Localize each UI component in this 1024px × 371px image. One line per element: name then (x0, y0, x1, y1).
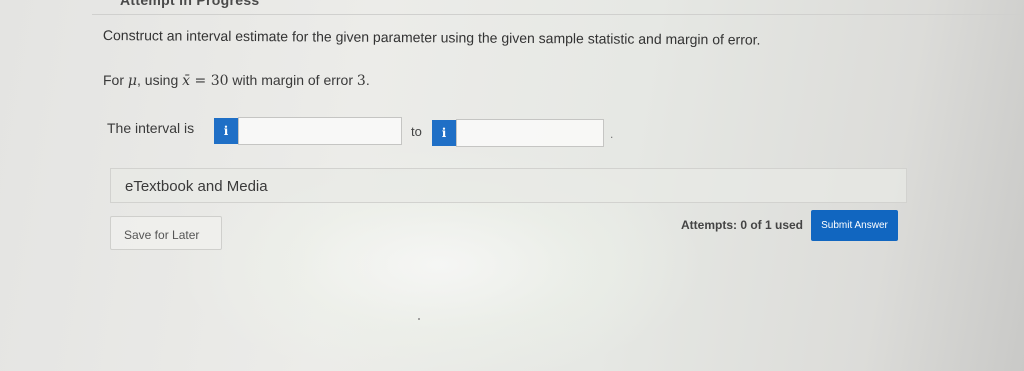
question-given: For μ, using x̄ = 30 with margin of erro… (103, 72, 370, 89)
answer-period: . (610, 127, 614, 141)
question-prompt: Construct an interval estimate for the g… (102, 27, 761, 48)
interval-label: The interval is (107, 120, 195, 136)
header-divider (92, 14, 1024, 15)
attempt-status: Attempt in Progress (120, 0, 260, 8)
for-prefix: For (103, 72, 128, 88)
margin-value: 3 (356, 73, 366, 89)
using-text: , using (137, 72, 183, 88)
parameter-symbol: μ (127, 73, 137, 89)
attempts-counter: Attempts: 0 of 1 used (681, 218, 804, 232)
equals-sign: = (190, 73, 211, 89)
sentence-end: . (365, 72, 370, 88)
statistic-symbol: x̄ (182, 73, 191, 89)
lower-bound-input[interactable] (238, 117, 402, 145)
to-label: to (411, 124, 422, 139)
etextbook-media-section[interactable]: eTextbook and Media (110, 168, 907, 203)
margin-text: with margin of error (228, 72, 357, 88)
upper-bound-input[interactable] (456, 119, 604, 147)
submit-answer-button[interactable]: Submit Answer (811, 210, 898, 241)
statistic-value: 30 (210, 73, 229, 89)
info-icon[interactable]: i (214, 118, 238, 144)
info-icon[interactable]: i (432, 120, 456, 146)
save-for-later-button[interactable]: Save for Later (110, 216, 222, 250)
screen-speck (418, 318, 420, 320)
